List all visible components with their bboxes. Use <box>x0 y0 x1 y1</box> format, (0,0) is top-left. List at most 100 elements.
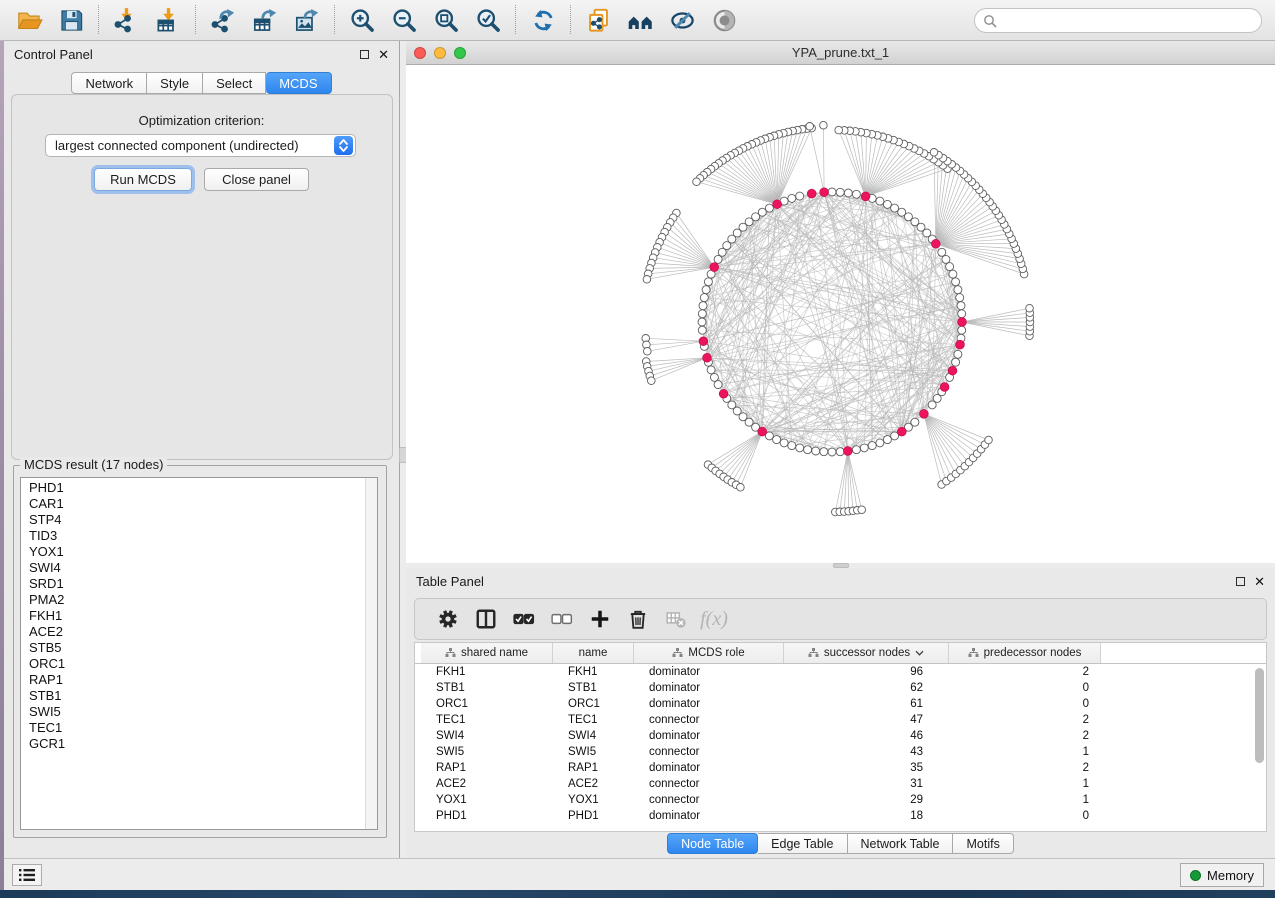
column-header-MCDS-role[interactable]: MCDS role <box>634 643 784 663</box>
import-network-button[interactable] <box>105 3 147 37</box>
deselect-all-button[interactable] <box>543 602 581 636</box>
float-panel-icon[interactable] <box>360 50 369 59</box>
table-row-SWI4[interactable]: SWI4SWI4dominator462 <box>421 728 1266 744</box>
window-close-traffic-light[interactable] <box>414 47 426 59</box>
export-table-button[interactable] <box>244 3 286 37</box>
mcds-result-item[interactable]: PHD1 <box>29 480 377 496</box>
run-mcds-button[interactable]: Run MCDS <box>94 168 192 191</box>
tab-mcds[interactable]: MCDS <box>266 72 331 94</box>
mcds-result-item[interactable]: SWI4 <box>29 560 377 576</box>
table-row-PHD1[interactable]: PHD1PHD1dominator180 <box>421 808 1266 824</box>
cell: SWI5 <box>421 746 553 758</box>
network-canvas[interactable] <box>406 65 1275 563</box>
table-tab-motifs[interactable]: Motifs <box>953 833 1013 854</box>
table-row-SWI5[interactable]: SWI5SWI5connector431 <box>421 744 1266 760</box>
close-table-panel-icon[interactable]: ✕ <box>1254 575 1265 588</box>
table-row-ORC1[interactable]: ORC1ORC1dominator610 <box>421 696 1266 712</box>
search-box <box>974 8 1262 33</box>
mcds-result-item[interactable]: ACE2 <box>29 624 377 640</box>
table-row-RAP1[interactable]: RAP1RAP1dominator352 <box>421 760 1266 776</box>
cell: SWI4 <box>553 730 634 742</box>
table-tab-edge-table[interactable]: Edge Table <box>758 833 847 854</box>
export-network-button[interactable] <box>202 3 244 37</box>
hide-graphics-details-button[interactable] <box>661 3 703 37</box>
zoom-in-button[interactable] <box>341 3 383 37</box>
export-image-button[interactable] <box>286 3 328 37</box>
mcds-result-item[interactable]: ORC1 <box>29 656 377 672</box>
search-icon <box>983 14 997 28</box>
mcds-result-item[interactable]: TID3 <box>29 528 377 544</box>
zoom-fit-icon <box>433 7 460 34</box>
export-table-icon <box>252 7 279 34</box>
add-row-button[interactable] <box>581 602 619 636</box>
table-row-TEC1[interactable]: TEC1TEC1connector472 <box>421 712 1266 728</box>
mcds-result-list[interactable]: PHD1CAR1STP4TID3YOX1SWI4SRD1PMA2FKH1ACE2… <box>20 477 378 830</box>
memory-button[interactable]: Memory <box>1180 863 1264 887</box>
import-table-button[interactable] <box>147 3 189 37</box>
tab-network[interactable]: Network <box>71 72 147 94</box>
mcds-result-item[interactable]: CAR1 <box>29 496 377 512</box>
memory-status-dot <box>1190 870 1201 881</box>
window-maximize-traffic-light[interactable] <box>454 47 466 59</box>
cell: 35 <box>784 762 949 774</box>
mcds-list-scrollbar[interactable] <box>365 478 377 829</box>
search-network-icon <box>627 7 654 34</box>
window-minimize-traffic-light[interactable] <box>434 47 446 59</box>
control-panel-tabs: NetworkStyleSelectMCDS <box>4 72 399 94</box>
open-session-button[interactable] <box>8 3 50 37</box>
column-header-name[interactable]: name <box>553 643 634 663</box>
cell: ACE2 <box>421 778 553 790</box>
save-session-button[interactable] <box>50 3 92 37</box>
zoom-selected-button[interactable] <box>467 3 509 37</box>
tab-select[interactable]: Select <box>203 72 266 94</box>
mcds-result-item[interactable]: STB5 <box>29 640 377 656</box>
search-input[interactable] <box>974 8 1262 33</box>
show-birds-eye-button[interactable] <box>703 3 745 37</box>
mcds-result-item[interactable]: STB1 <box>29 688 377 704</box>
select-all-button[interactable] <box>505 602 543 636</box>
mcds-result-item[interactable]: YOX1 <box>29 544 377 560</box>
zoom-fit-button[interactable] <box>425 3 467 37</box>
search-network-button[interactable] <box>619 3 661 37</box>
mcds-result-item[interactable]: TEC1 <box>29 720 377 736</box>
table-row-ACE2[interactable]: ACE2ACE2connector311 <box>421 776 1266 792</box>
float-table-panel-icon[interactable] <box>1236 577 1245 586</box>
close-panel-button[interactable]: Close panel <box>204 168 309 191</box>
table-row-YOX1[interactable]: YOX1YOX1connector291 <box>421 792 1266 808</box>
table-body: FKH1FKH1dominator962STB1STB1dominator620… <box>415 664 1266 824</box>
column-header-successor-nodes[interactable]: successor nodes <box>784 643 949 663</box>
settings-button[interactable] <box>429 602 467 636</box>
mcds-result-item[interactable]: SWI5 <box>29 704 377 720</box>
mcds-result-item[interactable]: FKH1 <box>29 608 377 624</box>
columns-button[interactable] <box>467 602 505 636</box>
table-tab-network-table[interactable]: Network Table <box>848 833 954 854</box>
table-tab-node-table[interactable]: Node Table <box>667 833 758 854</box>
table-row-FKH1[interactable]: FKH1FKH1dominator962 <box>421 664 1266 680</box>
mcds-result-item[interactable]: RAP1 <box>29 672 377 688</box>
refresh-view-button[interactable] <box>522 3 564 37</box>
cell: YOX1 <box>553 794 634 806</box>
table-scrollbar-thumb[interactable] <box>1255 668 1264 763</box>
cell: FKH1 <box>421 666 553 678</box>
node-table: shared namenameMCDS rolesuccessor nodesp… <box>414 642 1267 832</box>
toolbar-separator <box>334 5 335 35</box>
save-session-icon <box>58 7 85 34</box>
mcds-result-item[interactable]: PMA2 <box>29 592 377 608</box>
clone-network-button[interactable] <box>577 3 619 37</box>
network-window-titlebar: YPA_prune.txt_1 <box>406 41 1275 65</box>
column-header-shared-name[interactable]: shared name <box>421 643 553 663</box>
mcds-result-groupbox: MCDS result (17 nodes) PHD1CAR1STP4TID3Y… <box>13 465 387 838</box>
column-header-predecessor-nodes[interactable]: predecessor nodes <box>949 643 1101 663</box>
table-row-STB1[interactable]: STB1STB1dominator620 <box>421 680 1266 696</box>
mcds-result-item[interactable]: SRD1 <box>29 576 377 592</box>
mcds-result-item[interactable]: GCR1 <box>29 736 377 752</box>
tab-style[interactable]: Style <box>147 72 203 94</box>
status-menu-button[interactable] <box>12 864 42 886</box>
zoom-out-button[interactable] <box>383 3 425 37</box>
close-panel-icon[interactable]: ✕ <box>378 48 389 61</box>
cell: SWI4 <box>421 730 553 742</box>
network-graph[interactable] <box>406 65 1275 563</box>
delete-row-button[interactable] <box>619 602 657 636</box>
mcds-result-item[interactable]: STP4 <box>29 512 377 528</box>
optimization-criterion-dropdown[interactable]: largest connected component (undirected) <box>45 134 356 157</box>
